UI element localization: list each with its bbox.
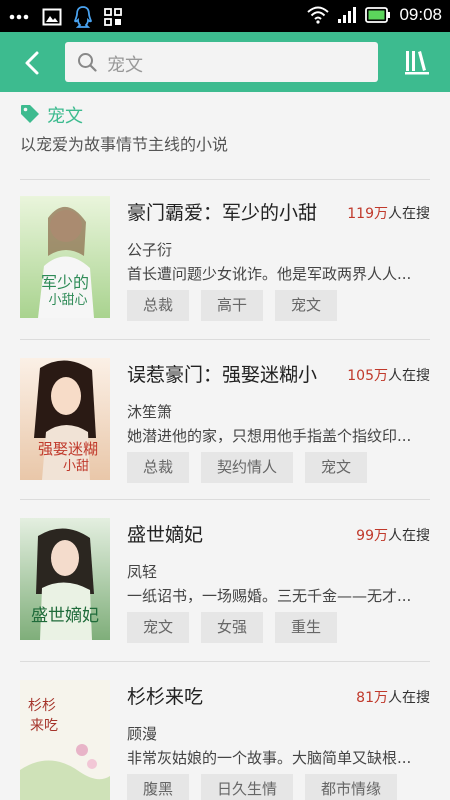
tag-chip[interactable]: 总裁 [127,290,190,321]
tag-chip[interactable]: 高干 [201,290,264,321]
search-count: 99万人在搜 [356,528,430,544]
status-time: 09:08 [399,5,442,24]
book-title[interactable]: 盛世嫡妃 [127,520,203,547]
tag-chip[interactable]: 总裁 [127,452,190,483]
qq-icon [74,6,92,28]
search-count: 81万人在搜 [356,690,430,706]
book-item[interactable]: 强娶迷糊 小甜 误惹豪门：强娶迷糊小 105万人在搜 沐笙箫 她潜进他的家，只想… [20,358,430,500]
divider [20,339,430,340]
book-author: 沐笙箫 [127,403,173,421]
book-cover[interactable]: 盛世嫡妃 [20,518,110,640]
book-title[interactable]: 杉杉来吃 [127,682,203,709]
svg-text:强娶迷糊: 强娶迷糊 [38,440,98,458]
book-description: 非常灰姑娘的一个故事。大脑简单又缺根... [127,749,412,767]
back-icon[interactable] [18,48,48,78]
tag-chip[interactable]: 日久生情 [201,774,294,800]
svg-text:杉杉: 杉杉 [28,698,56,714]
tag-chip[interactable]: 宠文 [305,452,368,483]
svg-text:来吃: 来吃 [30,718,58,734]
divider [20,661,430,662]
search-icon [78,53,97,72]
book-item[interactable]: 杉杉 来吃 杉杉来吃 81万人在搜 顾漫 非常灰姑娘的一个故事。大脑简单又缺根.… [20,680,430,800]
tag-chip[interactable]: 宠文 [275,290,338,321]
signal-icon [338,7,357,23]
book-title[interactable]: 豪门霸爱：军少的小甜 [127,198,317,225]
book-author: 凤轻 [127,563,158,581]
svg-text:小甜心: 小甜心 [48,292,87,308]
search-query: 宠文 [107,55,143,76]
category-description: 以宠爱为故事情节主线的小说 [20,135,229,154]
tag-list: 宠文 女强 重生 [127,612,338,643]
tag-chip[interactable]: 女强 [201,612,264,643]
tag-chip[interactable]: 都市情缘 [305,774,398,800]
book-item[interactable]: 军少的 小甜心 豪门霸爱：军少的小甜 119万人在搜 公子衍 首长遭问题少女讹诈… [20,196,430,338]
book-cover[interactable]: 杉杉 来吃 [20,680,110,800]
tag-chip[interactable]: 契约情人 [201,452,294,483]
book-description: 一纸诏书，一场赐婚。三无千金——无才... [127,587,412,605]
svg-text:盛世嫡妃: 盛世嫡妃 [31,606,99,626]
book-cover[interactable]: 军少的 小甜心 [20,196,110,318]
tag-list: 腹黑 日久生情 都市情缘 [127,774,398,800]
top-bar: 宠文 [0,32,450,92]
wifi-icon [307,6,330,24]
battery-icon [365,7,391,23]
status-bar: 09:08 [0,0,450,32]
book-cover[interactable]: 强娶迷糊 小甜 [20,358,110,480]
book-author: 顾漫 [127,725,158,743]
tag-chip[interactable]: 腹黑 [127,774,190,800]
book-description: 她潜进他的家，只想用他手指盖个指纹印... [127,427,412,445]
divider [20,499,430,500]
search-count: 105万人在搜 [347,368,430,384]
book-item[interactable]: 盛世嫡妃 盛世嫡妃 99万人在搜 凤轻 一纸诏书，一场赐婚。三无千金——无才..… [20,518,430,660]
svg-text:小甜: 小甜 [63,458,89,474]
svg-text:军少的: 军少的 [41,273,89,292]
book-description: 首长遭问题少女讹诈。他是军政两界人人... [127,265,412,283]
tag-chip[interactable]: 宠文 [127,612,190,643]
tag-list: 总裁 高干 宠文 [127,290,338,321]
bookshelf-icon[interactable] [404,49,430,75]
book-title[interactable]: 误惹豪门：强娶迷糊小 [127,360,317,387]
category-title: 宠文 [47,106,83,127]
tag-list: 总裁 契约情人 宠文 [127,452,368,483]
search-input[interactable]: 宠文 [65,42,378,82]
image-icon [42,8,62,26]
tag-chip[interactable]: 重生 [275,612,338,643]
more-icon [9,14,29,20]
divider [20,179,430,180]
book-author: 公子衍 [127,241,173,259]
search-count: 119万人在搜 [347,206,430,222]
apps-icon [104,8,122,26]
tag-icon [21,105,39,123]
